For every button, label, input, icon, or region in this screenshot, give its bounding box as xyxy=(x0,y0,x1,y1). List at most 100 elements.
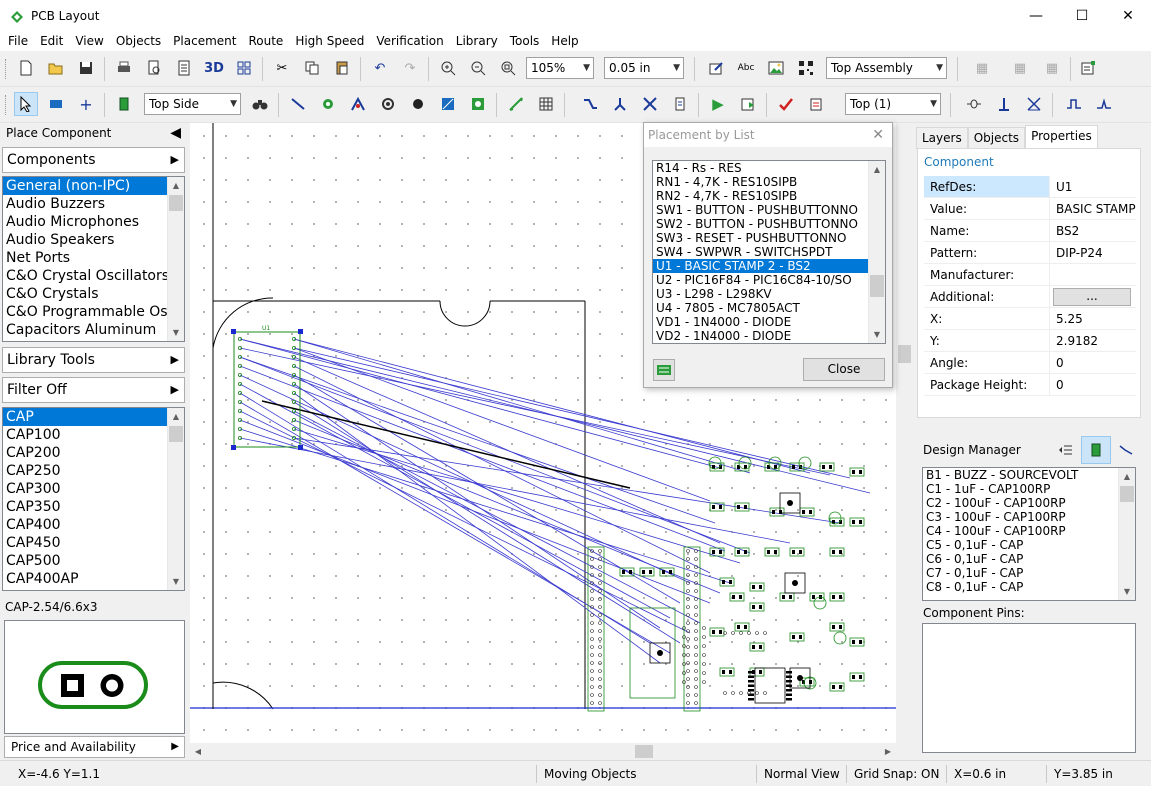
3d-view-button[interactable]: 3D xyxy=(202,56,226,80)
length-tune-icon[interactable] xyxy=(1062,92,1086,116)
dialog-close-button[interactable]: Close xyxy=(803,358,885,381)
canvas-horizontal-scrollbar[interactable]: ◀ ▶ xyxy=(190,743,896,760)
zoom-out-icon[interactable] xyxy=(466,56,490,80)
list-item[interactable]: CAP300 xyxy=(3,480,168,498)
play-icon[interactable]: ▶ xyxy=(706,92,730,116)
property-value[interactable]: BS2 xyxy=(1050,220,1136,241)
minimize-button[interactable]: — xyxy=(1013,0,1059,31)
side-select[interactable]: Top Side ▼ xyxy=(144,93,241,115)
menu-edit[interactable]: Edit xyxy=(34,31,69,51)
pad-round-icon[interactable] xyxy=(376,92,400,116)
property-row[interactable]: Angle: 0 xyxy=(924,352,1136,374)
list-item[interactable]: RN1 - 4,7K - RES10SIPB xyxy=(653,175,868,189)
align-icon[interactable]: ▦ xyxy=(970,56,994,80)
library-tools-button[interactable]: Library Tools ▶ xyxy=(2,347,185,373)
picture-icon[interactable] xyxy=(764,56,788,80)
list-item[interactable]: Audio Microphones xyxy=(3,213,168,231)
list-item[interactable]: Net Ports xyxy=(3,249,168,267)
property-value[interactable]: 0 xyxy=(1050,352,1136,373)
place-component-icon[interactable] xyxy=(653,359,675,381)
distribute-icon[interactable]: ▦ xyxy=(1008,56,1032,80)
print-icon[interactable] xyxy=(112,56,136,80)
property-value[interactable] xyxy=(1050,264,1136,285)
copper-pour-icon[interactable] xyxy=(466,92,490,116)
tab-objects[interactable]: Objects xyxy=(967,127,1026,149)
trace-icon[interactable] xyxy=(286,92,310,116)
property-row[interactable]: Pattern: DIP-P24 xyxy=(924,242,1136,264)
scroll-down-icon[interactable]: ▼ xyxy=(1119,583,1135,600)
menu-library[interactable]: Library xyxy=(450,31,504,51)
property-value[interactable]: BASIC STAMP xyxy=(1050,198,1136,219)
list-item[interactable]: Audio Speakers xyxy=(3,231,168,249)
list-item[interactable]: C&O Crystals xyxy=(3,285,168,303)
tab-properties[interactable]: Properties xyxy=(1025,125,1098,149)
zoom-select[interactable]: 105% ▼ xyxy=(526,57,594,79)
pad-solid-icon[interactable] xyxy=(406,92,430,116)
list-item[interactable]: C2 - 100uF - CAP100RP xyxy=(923,496,1135,510)
list-item[interactable]: RN2 - 4,7K - RES10SIPB xyxy=(653,189,868,203)
scroll-thumb[interactable] xyxy=(169,195,183,211)
scroll-thumb[interactable] xyxy=(169,426,183,442)
scroll-up-icon[interactable]: ▲ xyxy=(168,408,184,425)
toolbar-grip[interactable] xyxy=(5,59,8,79)
save-icon[interactable] xyxy=(74,56,98,80)
dimension-icon[interactable] xyxy=(504,92,528,116)
board-components[interactable] xyxy=(587,456,865,712)
list-item[interactable]: C&O Crystal Oscillators xyxy=(3,267,168,285)
route-split-icon[interactable] xyxy=(608,92,632,116)
maximize-button[interactable]: ☐ xyxy=(1059,0,1105,31)
property-value[interactable]: 0 xyxy=(1050,374,1136,395)
list-item[interactable]: U2 - PIC16F84 - PIC16C84-10/SO xyxy=(653,273,868,287)
gate-swap-icon[interactable] xyxy=(962,92,986,116)
property-row[interactable]: RefDes: U1 xyxy=(924,176,1136,198)
placement-list[interactable]: R14 - Rs - RES RN1 - 4,7K - RES10SIPB RN… xyxy=(652,160,886,344)
scroll-left-icon[interactable]: ◀ xyxy=(190,743,206,760)
list-item[interactable]: SW4 - SWPWR - SWITCHSPDT xyxy=(653,245,868,259)
zoom-fit-icon[interactable] xyxy=(496,56,520,80)
print-preview-icon[interactable] xyxy=(142,56,166,80)
property-value[interactable]: U1 xyxy=(1050,176,1136,197)
toolbar-grip[interactable] xyxy=(5,95,8,115)
property-row[interactable]: Name: BS2 xyxy=(924,220,1136,242)
list-item[interactable]: U4 - 7805 - MC7805ACT xyxy=(653,301,868,315)
scroll-down-icon[interactable]: ▼ xyxy=(869,326,885,343)
length-tune-2-icon[interactable] xyxy=(1092,92,1116,116)
list-item[interactable]: C5 - 0,1uF - CAP xyxy=(923,538,1135,552)
list-item[interactable]: C8 - 0,1uF - CAP xyxy=(923,580,1135,594)
filter-button[interactable]: Filter Off ▶ xyxy=(2,377,185,403)
list-item[interactable]: CAP450 xyxy=(3,534,168,552)
list-item[interactable]: CAP350 xyxy=(3,498,168,516)
table-icon[interactable] xyxy=(534,92,558,116)
menu-objects[interactable]: Objects xyxy=(110,31,167,51)
list-item[interactable]: U3 - L298 - L298KV xyxy=(653,287,868,301)
list-item[interactable]: U1 - BASIC STAMP 2 - BS2 xyxy=(653,259,868,273)
arc-icon[interactable] xyxy=(346,92,370,116)
menu-verification[interactable]: Verification xyxy=(370,31,449,51)
category-scrollbar[interactable]: ▲ ▼ xyxy=(167,177,184,341)
redo-icon[interactable]: ↷ xyxy=(398,56,422,80)
menu-view[interactable]: View xyxy=(69,31,109,51)
property-row[interactable]: Manufacturer: xyxy=(924,264,1136,286)
select-arrow-icon[interactable] xyxy=(14,92,38,116)
scroll-thumb[interactable] xyxy=(635,745,653,758)
list-item[interactable]: CAP500 xyxy=(3,552,168,570)
grid-select[interactable]: 0.05 in ▼ xyxy=(604,57,684,79)
category-list[interactable]: General (non-IPC) Audio Buzzers Audio Mi… xyxy=(2,176,185,342)
property-row[interactable]: Additional:... xyxy=(924,286,1136,308)
list-item[interactable]: C6 - 0,1uF - CAP xyxy=(923,552,1135,566)
pattern-list[interactable]: CAP CAP100 CAP200 CAP250 CAP300 CAP350 C… xyxy=(2,407,185,591)
scroll-up-icon[interactable]: ▲ xyxy=(869,161,885,178)
collapse-arrow-icon[interactable]: ◀ xyxy=(170,123,181,143)
component-pins-list[interactable] xyxy=(922,623,1136,753)
qr-code-icon[interactable] xyxy=(794,56,818,80)
additional-button[interactable]: ... xyxy=(1053,288,1131,306)
list-item[interactable]: VD2 - 1N4000 - DIODE xyxy=(653,329,868,343)
menu-tools[interactable]: Tools xyxy=(504,31,546,51)
design-manager-scrollbar[interactable]: ▲ ▼ xyxy=(1118,468,1135,600)
route-clip-icon[interactable] xyxy=(668,92,692,116)
drc-report-icon[interactable] xyxy=(804,92,828,116)
undo-icon[interactable]: ↶ xyxy=(368,56,392,80)
scroll-thumb[interactable] xyxy=(1120,486,1134,502)
cut-icon[interactable]: ✂ xyxy=(270,56,294,80)
copy-icon[interactable] xyxy=(300,56,324,80)
